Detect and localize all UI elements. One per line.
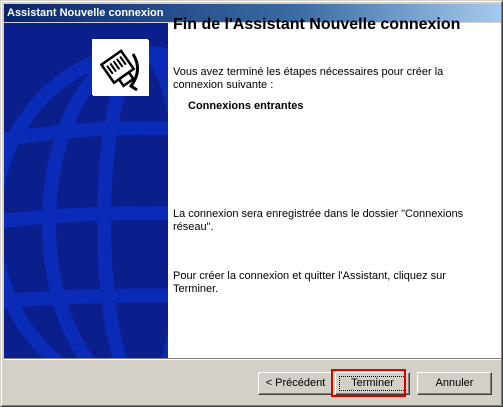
globe-side-panel — [4, 23, 168, 358]
connection-name: Connexions entrantes — [188, 100, 304, 112]
cancel-button[interactable]: Annuler — [417, 372, 492, 395]
button-separator — [4, 358, 501, 360]
wizard-window: Assistant Nouvelle connexion Fin de l'As… — [0, 0, 503, 407]
intro-text: Vous avez terminé les étapes nécessaires… — [173, 66, 444, 91]
network-connection-icon — [92, 39, 149, 96]
finish-instructions-text: Pour créer la connexion et quitter l'Ass… — [173, 270, 446, 295]
previous-button[interactable]: < Précédent — [258, 372, 333, 395]
page-title: Fin de l'Assistant Nouvelle connexion — [173, 16, 461, 33]
window-title: Assistant Nouvelle connexion — [7, 7, 164, 19]
finish-button[interactable]: Terminer — [335, 372, 410, 395]
save-location-text: La connexion sera enregistrée dans le do… — [173, 208, 464, 233]
